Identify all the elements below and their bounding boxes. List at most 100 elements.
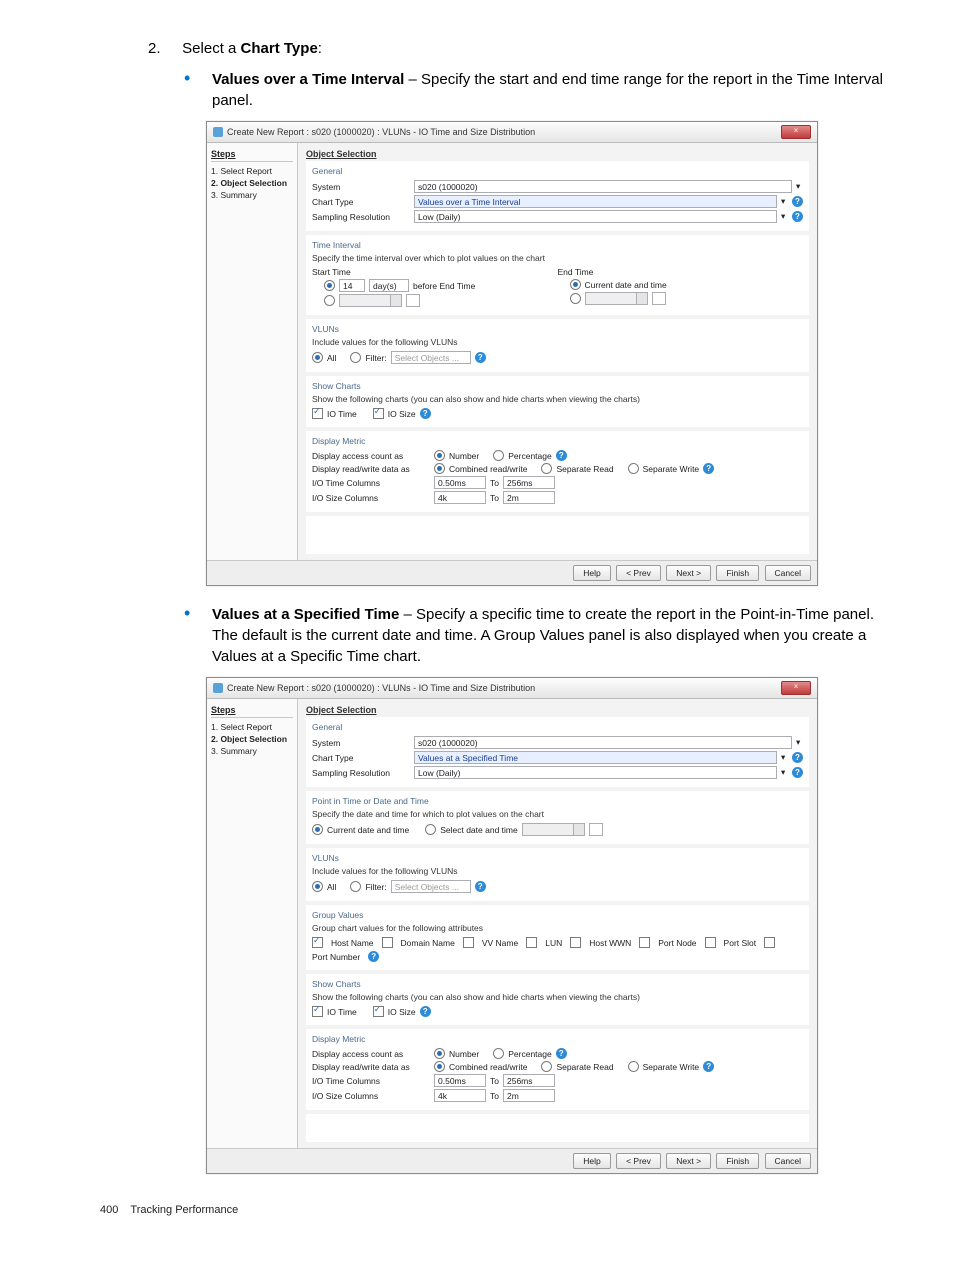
help-icon[interactable]: ?	[556, 1048, 567, 1059]
vluns-filter-input[interactable]: Select Objects ...	[391, 880, 471, 893]
help-button[interactable]: Help	[573, 565, 610, 581]
step-2[interactable]: 2. Object Selection	[211, 177, 293, 189]
iotime-to[interactable]: 256ms	[503, 1074, 555, 1087]
vluns-filter-input[interactable]: Select Objects ...	[391, 351, 471, 364]
iotime-cols-label: I/O Time Columns	[312, 478, 430, 488]
rw-combined-radio[interactable]	[434, 463, 445, 474]
rw-label: Display read/write data as	[312, 1062, 430, 1072]
cancel-button[interactable]: Cancel	[765, 1153, 811, 1169]
iosize-check[interactable]	[373, 1006, 384, 1017]
dialog-titlebar: Create New Report : s020 (1000020) : VLU…	[207, 122, 817, 143]
group-hostwwn-check[interactable]	[570, 937, 581, 948]
help-icon[interactable]: ?	[792, 196, 803, 207]
rw-read-radio[interactable]	[541, 463, 552, 474]
help-icon[interactable]: ?	[792, 767, 803, 778]
iotime-from[interactable]: 0.50ms	[434, 476, 486, 489]
finish-button[interactable]: Finish	[716, 1153, 759, 1169]
system-select[interactable]: s020 (1000020)	[414, 180, 792, 193]
charttype-select[interactable]: Values at a Specified Time	[414, 751, 777, 764]
pit-current-radio[interactable]	[312, 824, 323, 835]
next-button[interactable]: Next >	[666, 565, 711, 581]
step-3[interactable]: 3. Summary	[211, 189, 293, 201]
next-button[interactable]: Next >	[666, 1153, 711, 1169]
access-pct-radio[interactable]	[493, 1048, 504, 1059]
group-portslot-check[interactable]	[705, 937, 716, 948]
vluns-all-radio[interactable]	[312, 881, 323, 892]
vluns-filter-radio[interactable]	[350, 881, 361, 892]
step-1[interactable]: 1. Select Report	[211, 165, 293, 177]
step-1[interactable]: 1. Select Report	[211, 721, 293, 733]
sampling-select[interactable]: Low (Daily)	[414, 766, 777, 779]
group-portnum-check[interactable]	[764, 937, 775, 948]
iotime-label: IO Time	[327, 409, 357, 419]
iosize-to[interactable]: 2m	[503, 1089, 555, 1102]
iosize-label: IO Size	[388, 409, 416, 419]
charttype-select[interactable]: Values over a Time Interval	[414, 195, 777, 208]
help-icon[interactable]: ?	[792, 752, 803, 763]
step-2[interactable]: 2. Object Selection	[211, 733, 293, 745]
calendar-icon[interactable]	[406, 294, 420, 307]
calendar-icon[interactable]	[589, 823, 603, 836]
start-time-label: Start Time	[312, 267, 558, 277]
iotime-to[interactable]: 256ms	[503, 476, 555, 489]
end-current-radio[interactable]	[570, 279, 581, 290]
group-lun-check[interactable]	[526, 937, 537, 948]
access-pct-radio[interactable]	[493, 450, 504, 461]
access-number-radio[interactable]	[434, 450, 445, 461]
rw-write-label: Separate Write	[643, 1062, 700, 1072]
help-icon[interactable]: ?	[420, 1006, 431, 1017]
access-number-radio[interactable]	[434, 1048, 445, 1059]
close-icon[interactable]: ×	[781, 125, 811, 139]
end-abs-spinner[interactable]	[585, 292, 648, 305]
iosize-to[interactable]: 2m	[503, 491, 555, 504]
help-button[interactable]: Help	[573, 1153, 610, 1169]
group-hostname-check[interactable]	[312, 937, 323, 948]
help-icon[interactable]: ?	[368, 951, 379, 962]
group-domain-check[interactable]	[382, 937, 393, 948]
end-abs-radio[interactable]	[570, 293, 581, 304]
help-icon[interactable]: ?	[420, 408, 431, 419]
iosize-from[interactable]: 4k	[434, 1089, 486, 1102]
sampling-select[interactable]: Low (Daily)	[414, 210, 777, 223]
rw-write-radio[interactable]	[628, 463, 639, 474]
help-icon[interactable]: ?	[475, 352, 486, 363]
help-icon[interactable]: ?	[792, 211, 803, 222]
prev-button[interactable]: < Prev	[616, 565, 661, 581]
help-icon[interactable]: ?	[556, 450, 567, 461]
iotime-check[interactable]	[312, 408, 323, 419]
finish-button[interactable]: Finish	[716, 565, 759, 581]
system-select[interactable]: s020 (1000020)	[414, 736, 792, 749]
iosize-from[interactable]: 4k	[434, 491, 486, 504]
calendar-icon[interactable]	[652, 292, 666, 305]
iosize-cols-label: I/O Size Columns	[312, 493, 430, 503]
iotime-from[interactable]: 0.50ms	[434, 1074, 486, 1087]
start-abs-spinner[interactable]	[339, 294, 402, 307]
prev-button[interactable]: < Prev	[616, 1153, 661, 1169]
help-icon[interactable]: ?	[703, 1061, 714, 1072]
pit-spinner[interactable]	[522, 823, 585, 836]
start-abs-radio[interactable]	[324, 295, 335, 306]
start-relative-unit[interactable]: day(s)	[369, 279, 409, 292]
start-relative-value[interactable]: 14	[339, 279, 365, 292]
iosize-check[interactable]	[373, 408, 384, 419]
vluns-all-radio[interactable]	[312, 352, 323, 363]
iotime-check[interactable]	[312, 1006, 323, 1017]
vluns-filter-radio[interactable]	[350, 352, 361, 363]
panel-header: Group Values	[312, 909, 803, 922]
rw-combined-radio[interactable]	[434, 1061, 445, 1072]
panel-header: VLUNs	[312, 323, 803, 336]
cancel-button[interactable]: Cancel	[765, 565, 811, 581]
help-icon[interactable]: ?	[703, 463, 714, 474]
pit-select-radio[interactable]	[425, 824, 436, 835]
close-icon[interactable]: ×	[781, 681, 811, 695]
group-portnode-check[interactable]	[639, 937, 650, 948]
help-icon[interactable]: ?	[475, 881, 486, 892]
pit-current-label: Current date and time	[327, 825, 409, 835]
group-vvname-check[interactable]	[463, 937, 474, 948]
rw-read-radio[interactable]	[541, 1061, 552, 1072]
step-3[interactable]: 3. Summary	[211, 745, 293, 757]
access-number-label: Number	[449, 1049, 479, 1059]
to-label: To	[490, 478, 499, 488]
rw-write-radio[interactable]	[628, 1061, 639, 1072]
start-relative-radio[interactable]	[324, 280, 335, 291]
